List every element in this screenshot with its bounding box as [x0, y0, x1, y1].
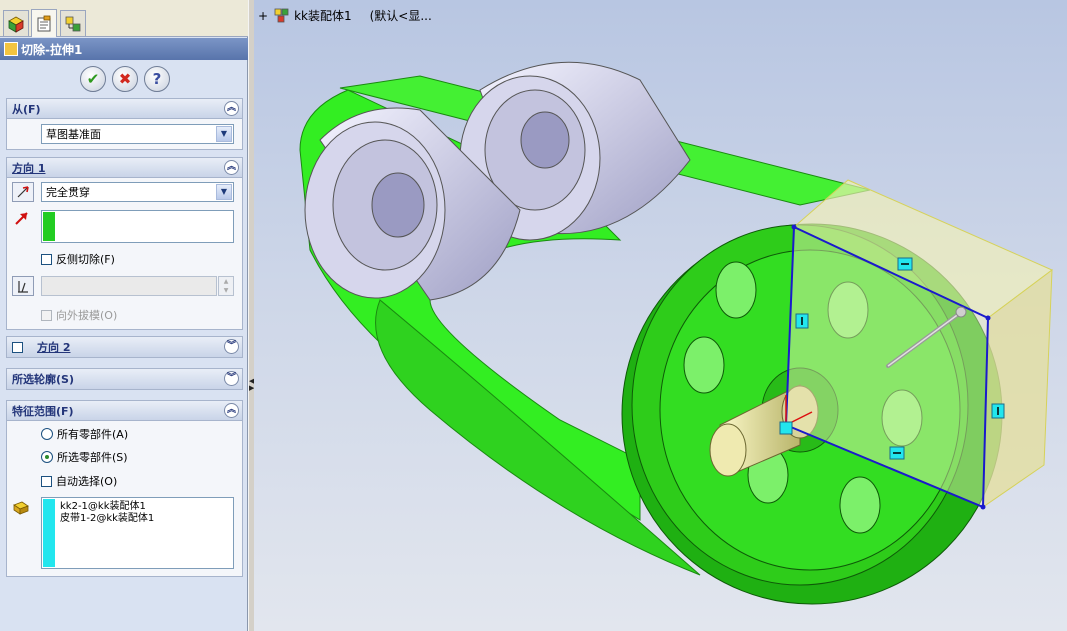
direction2-title: 方向 2: [37, 341, 71, 354]
checkbox-icon[interactable]: [41, 475, 52, 487]
radio-icon[interactable]: [41, 451, 53, 463]
from-group-title: 从(F): [12, 102, 41, 116]
direction-arrow-icon: [15, 212, 28, 225]
draft-outward-label: 向外拔模(O): [56, 309, 118, 322]
configuration-icon: [65, 16, 81, 31]
from-group: 从(F) ︽ 草图基准面 ▼: [6, 98, 243, 150]
chevron-down-icon[interactable]: ▼: [216, 126, 232, 142]
property-manager-panel: 切除-拉伸1 ✔ ✖ ? 从(F) ︽ 草图基准面 ▼ 方向 1 ︽ 完全贯穿 …: [0, 0, 248, 631]
list-item[interactable]: 皮带1-2@kk装配体1: [60, 513, 154, 525]
direction-vector-selection-box[interactable]: [41, 210, 234, 243]
tab-feature-manager[interactable]: [3, 10, 29, 36]
auto-select-checkbox[interactable]: 自动选择(O): [41, 473, 117, 489]
draft-angle-input[interactable]: [41, 276, 217, 296]
manager-tabs: [0, 0, 248, 37]
start-condition-value: 草图基准面: [46, 128, 101, 141]
direction2-group: 方向 2 ︾: [6, 336, 243, 358]
expand-icon[interactable]: ︾: [224, 371, 239, 386]
direction2-checkbox[interactable]: [12, 341, 23, 353]
all-components-label: 所有零部件(A): [57, 428, 129, 441]
collapse-icon[interactable]: ︽: [224, 160, 239, 175]
selected-contours-header[interactable]: 所选轮廓(S) ︾: [7, 369, 242, 389]
selected-components-label: 所选零部件(S): [57, 451, 128, 464]
flip-side-to-cut-checkbox[interactable]: 反侧切除(F): [41, 251, 115, 267]
ok-button[interactable]: ✔: [80, 66, 106, 92]
end-condition-value: 完全贯穿: [46, 186, 90, 199]
draft-angle-spinner[interactable]: ▲ ▼: [218, 276, 234, 296]
reverse-direction-button[interactable]: [12, 182, 34, 202]
from-group-header[interactable]: 从(F) ︽: [7, 99, 242, 119]
checkbox-icon[interactable]: [41, 309, 52, 321]
collapse-icon[interactable]: ︽: [224, 403, 239, 418]
list-item[interactable]: kk2-1@kk装配体1: [60, 501, 154, 513]
feature-scope-header[interactable]: 特征范围(F) ︽: [7, 401, 242, 421]
components-list[interactable]: kk2-1@kk装配体1 皮带1-2@kk装配体1: [41, 497, 234, 569]
selected-contours-group: 所选轮廓(S) ︾: [6, 368, 243, 390]
start-condition-select[interactable]: 草图基准面 ▼: [41, 124, 234, 144]
selection-color-swatch: [43, 212, 55, 241]
draft-outward-checkbox[interactable]: 向外拔模(O): [41, 307, 117, 323]
feature-title: 切除-拉伸1: [21, 42, 83, 57]
tab-configuration-manager[interactable]: [60, 10, 86, 36]
reverse-direction-icon: [17, 186, 29, 198]
components-list-items: kk2-1@kk装配体1 皮带1-2@kk装配体1: [60, 501, 154, 525]
expand-icon[interactable]: ︾: [224, 339, 239, 354]
flip-side-label: 反侧切除(F): [56, 253, 115, 266]
draft-icon: [18, 281, 28, 293]
direction2-header[interactable]: 方向 2 ︾: [7, 337, 242, 357]
direction1-group: 方向 1 ︽ 完全贯穿 ▼ 反侧切除(F) ▲ ▼ 向外拔模(O): [6, 157, 243, 330]
model-view[interactable]: [254, 0, 1067, 631]
direction1-title: 方向 1: [12, 161, 46, 175]
checkbox-icon[interactable]: [41, 253, 52, 265]
help-button[interactable]: ?: [144, 66, 170, 92]
end-condition-select[interactable]: 完全贯穿 ▼: [41, 182, 234, 202]
radio-icon[interactable]: [41, 428, 53, 440]
tab-property-manager[interactable]: [31, 9, 57, 37]
direction1-header[interactable]: 方向 1 ︽: [7, 158, 242, 178]
feature-tree-icon: [8, 16, 24, 33]
feature-title-bar: 切除-拉伸1: [0, 38, 248, 60]
graphics-area[interactable]: + kk装配体1 (默认<显...: [254, 0, 1067, 631]
feature-scope-group: 特征范围(F) ︽ 所有零部件(A) 所选零部件(S) 自动选择(O) kk2-…: [6, 400, 243, 577]
selected-contours-title: 所选轮廓(S): [12, 373, 74, 386]
collapse-icon[interactable]: ︽: [224, 101, 239, 116]
auto-select-label: 自动选择(O): [56, 475, 118, 488]
all-components-radio[interactable]: 所有零部件(A): [41, 426, 128, 442]
feature-scope-title: 特征范围(F): [12, 404, 74, 418]
cut-extrude-icon: [4, 42, 18, 56]
selected-components-radio[interactable]: 所选零部件(S): [41, 449, 128, 465]
cancel-button[interactable]: ✖: [112, 66, 138, 92]
draft-toggle-button[interactable]: [12, 276, 34, 296]
component-icon: [13, 501, 29, 515]
selection-color-swatch: [43, 499, 55, 567]
property-manager-icon: [37, 15, 51, 31]
chevron-down-icon[interactable]: ▼: [216, 184, 232, 200]
